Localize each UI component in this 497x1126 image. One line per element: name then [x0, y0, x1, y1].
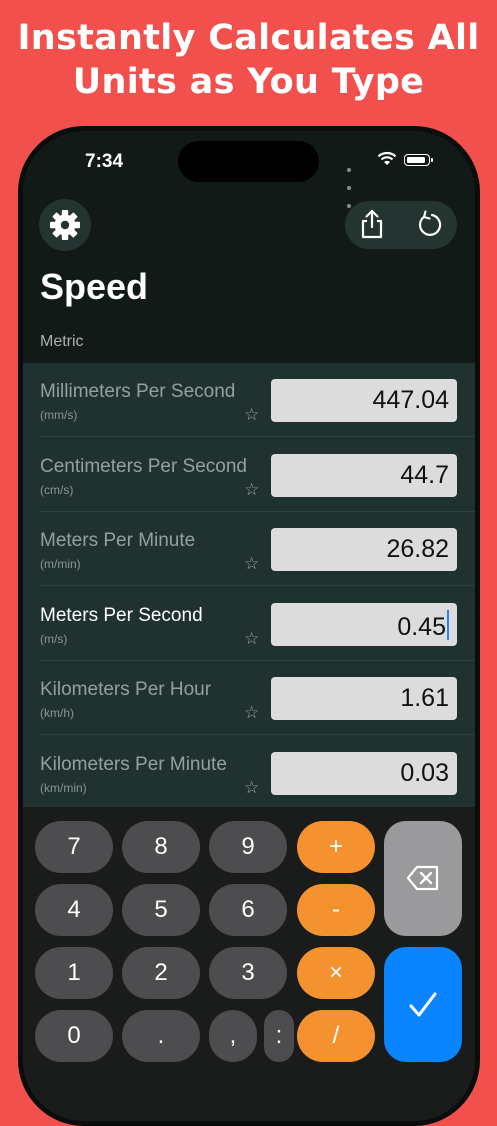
unit-value-field[interactable]: 1.61: [271, 677, 457, 720]
active-value-text: 0.45: [397, 612, 446, 641]
unit-value-field[interactable]: 447.04: [271, 379, 457, 422]
unit-name: Kilometers Per Hour: [40, 679, 212, 700]
action-pill: [345, 201, 457, 249]
unit-value-field[interactable]: 0.03: [271, 751, 457, 795]
unit-row-mm-s: Millimeters Per Second (mm/s) ☆ 447.04: [40, 363, 475, 437]
battery-icon: [404, 154, 433, 166]
settings-button[interactable]: [39, 199, 91, 251]
key-7[interactable]: 7: [35, 821, 113, 873]
unit-abbreviation: (mm/s): [40, 408, 78, 422]
key-3[interactable]: 3: [209, 947, 287, 999]
share-button[interactable]: [359, 209, 385, 244]
key-decimal[interactable]: .: [122, 1010, 200, 1062]
unit-abbreviation: (m/s): [40, 631, 68, 646]
key-colon[interactable]: :: [264, 1010, 294, 1062]
unit-abbreviation: (m/min): [40, 557, 81, 571]
unit-abbreviation: (km/min): [40, 780, 87, 795]
favorite-star-icon[interactable]: ☆: [244, 480, 259, 500]
key-divide[interactable]: /: [297, 1010, 375, 1062]
unit-name: Kilometers Per Minute: [40, 753, 227, 775]
key-8[interactable]: 8: [122, 821, 200, 873]
favorite-star-icon[interactable]: ☆: [244, 554, 259, 574]
headline-line-2: Units as You Type: [72, 62, 425, 102]
checkmark-icon: [409, 992, 437, 1017]
key-5[interactable]: 5: [122, 884, 200, 936]
key-multiply[interactable]: ×: [297, 947, 375, 999]
done-button[interactable]: [384, 947, 462, 1062]
unit-name: Millimeters Per Second: [40, 381, 236, 402]
key-2[interactable]: 2: [122, 947, 200, 999]
backspace-button[interactable]: [384, 821, 462, 936]
key-9[interactable]: 9: [209, 821, 287, 873]
unit-name: Centimeters Per Second: [40, 455, 247, 477]
phone-frame: 7: 3 4 Speed Metric Millimeters Per Second…: [18, 126, 480, 1126]
marketing-headline: Instantly Calculates All Units as You Ty…: [0, 16, 497, 104]
key-comma[interactable]: ,: [209, 1010, 257, 1062]
reset-icon: [418, 210, 442, 236]
key-plus[interactable]: +: [297, 821, 375, 873]
share-icon: [361, 209, 383, 239]
unit-row-m-s: Meters Per Second (m/s) ☆ 0.45: [40, 587, 475, 661]
key-1[interactable]: 1: [35, 947, 113, 999]
headline-line-1: Instantly Calculates All: [17, 18, 480, 58]
unit-name: Meters Per Second: [40, 604, 203, 626]
wifi-icon: [377, 151, 397, 165]
unit-name: Meters Per Minute: [40, 530, 196, 551]
unit-row-m-min: Meters Per Minute (m/min) ☆ 26.82: [40, 512, 475, 586]
reset-button[interactable]: [415, 210, 443, 243]
unit-value-field[interactable]: 26.82: [271, 528, 457, 571]
key-4[interactable]: 4: [35, 884, 113, 936]
favorite-star-icon[interactable]: ☆: [244, 629, 259, 649]
key-0[interactable]: 0: [35, 1010, 113, 1062]
key-minus[interactable]: -: [297, 884, 375, 936]
dynamic-island: [178, 141, 319, 182]
unit-row-km-min: Kilometers Per Minute (km/min) ☆ 0.03: [40, 736, 475, 810]
unit-value-field-active[interactable]: 0.45: [271, 602, 457, 646]
key-6[interactable]: 6: [209, 884, 287, 936]
unit-value-field[interactable]: 44.7: [271, 453, 457, 497]
page-title: Speed: [40, 266, 149, 307]
unit-row-km-h: Kilometers Per Hour (km/h) ☆ 1.61: [40, 661, 475, 735]
unit-abbreviation: (cm/s): [40, 482, 74, 497]
unit-list: Millimeters Per Second (mm/s) ☆ 447.04 C…: [23, 363, 475, 807]
unit-abbreviation: (km/h): [40, 706, 74, 720]
status-time: 7:34: [85, 151, 124, 172]
favorite-star-icon[interactable]: ☆: [244, 703, 259, 723]
unit-row-cm-s: Centimeters Per Second (cm/s) ☆ 44.7: [40, 438, 475, 512]
app-screen: 7: 3 4 Speed Metric Millimeters Per Second…: [23, 131, 475, 1121]
backspace-icon: [406, 865, 439, 891]
favorite-star-icon[interactable]: ☆: [244, 405, 259, 425]
section-header: Metric: [40, 333, 84, 350]
favorite-star-icon[interactable]: ☆: [244, 778, 259, 798]
gear-icon: [50, 210, 80, 240]
text-cursor: [447, 609, 449, 640]
calculator-keypad: 7 8 9 + 4 5 6 - 1 2 3 × 0 . , : /: [23, 807, 475, 1121]
